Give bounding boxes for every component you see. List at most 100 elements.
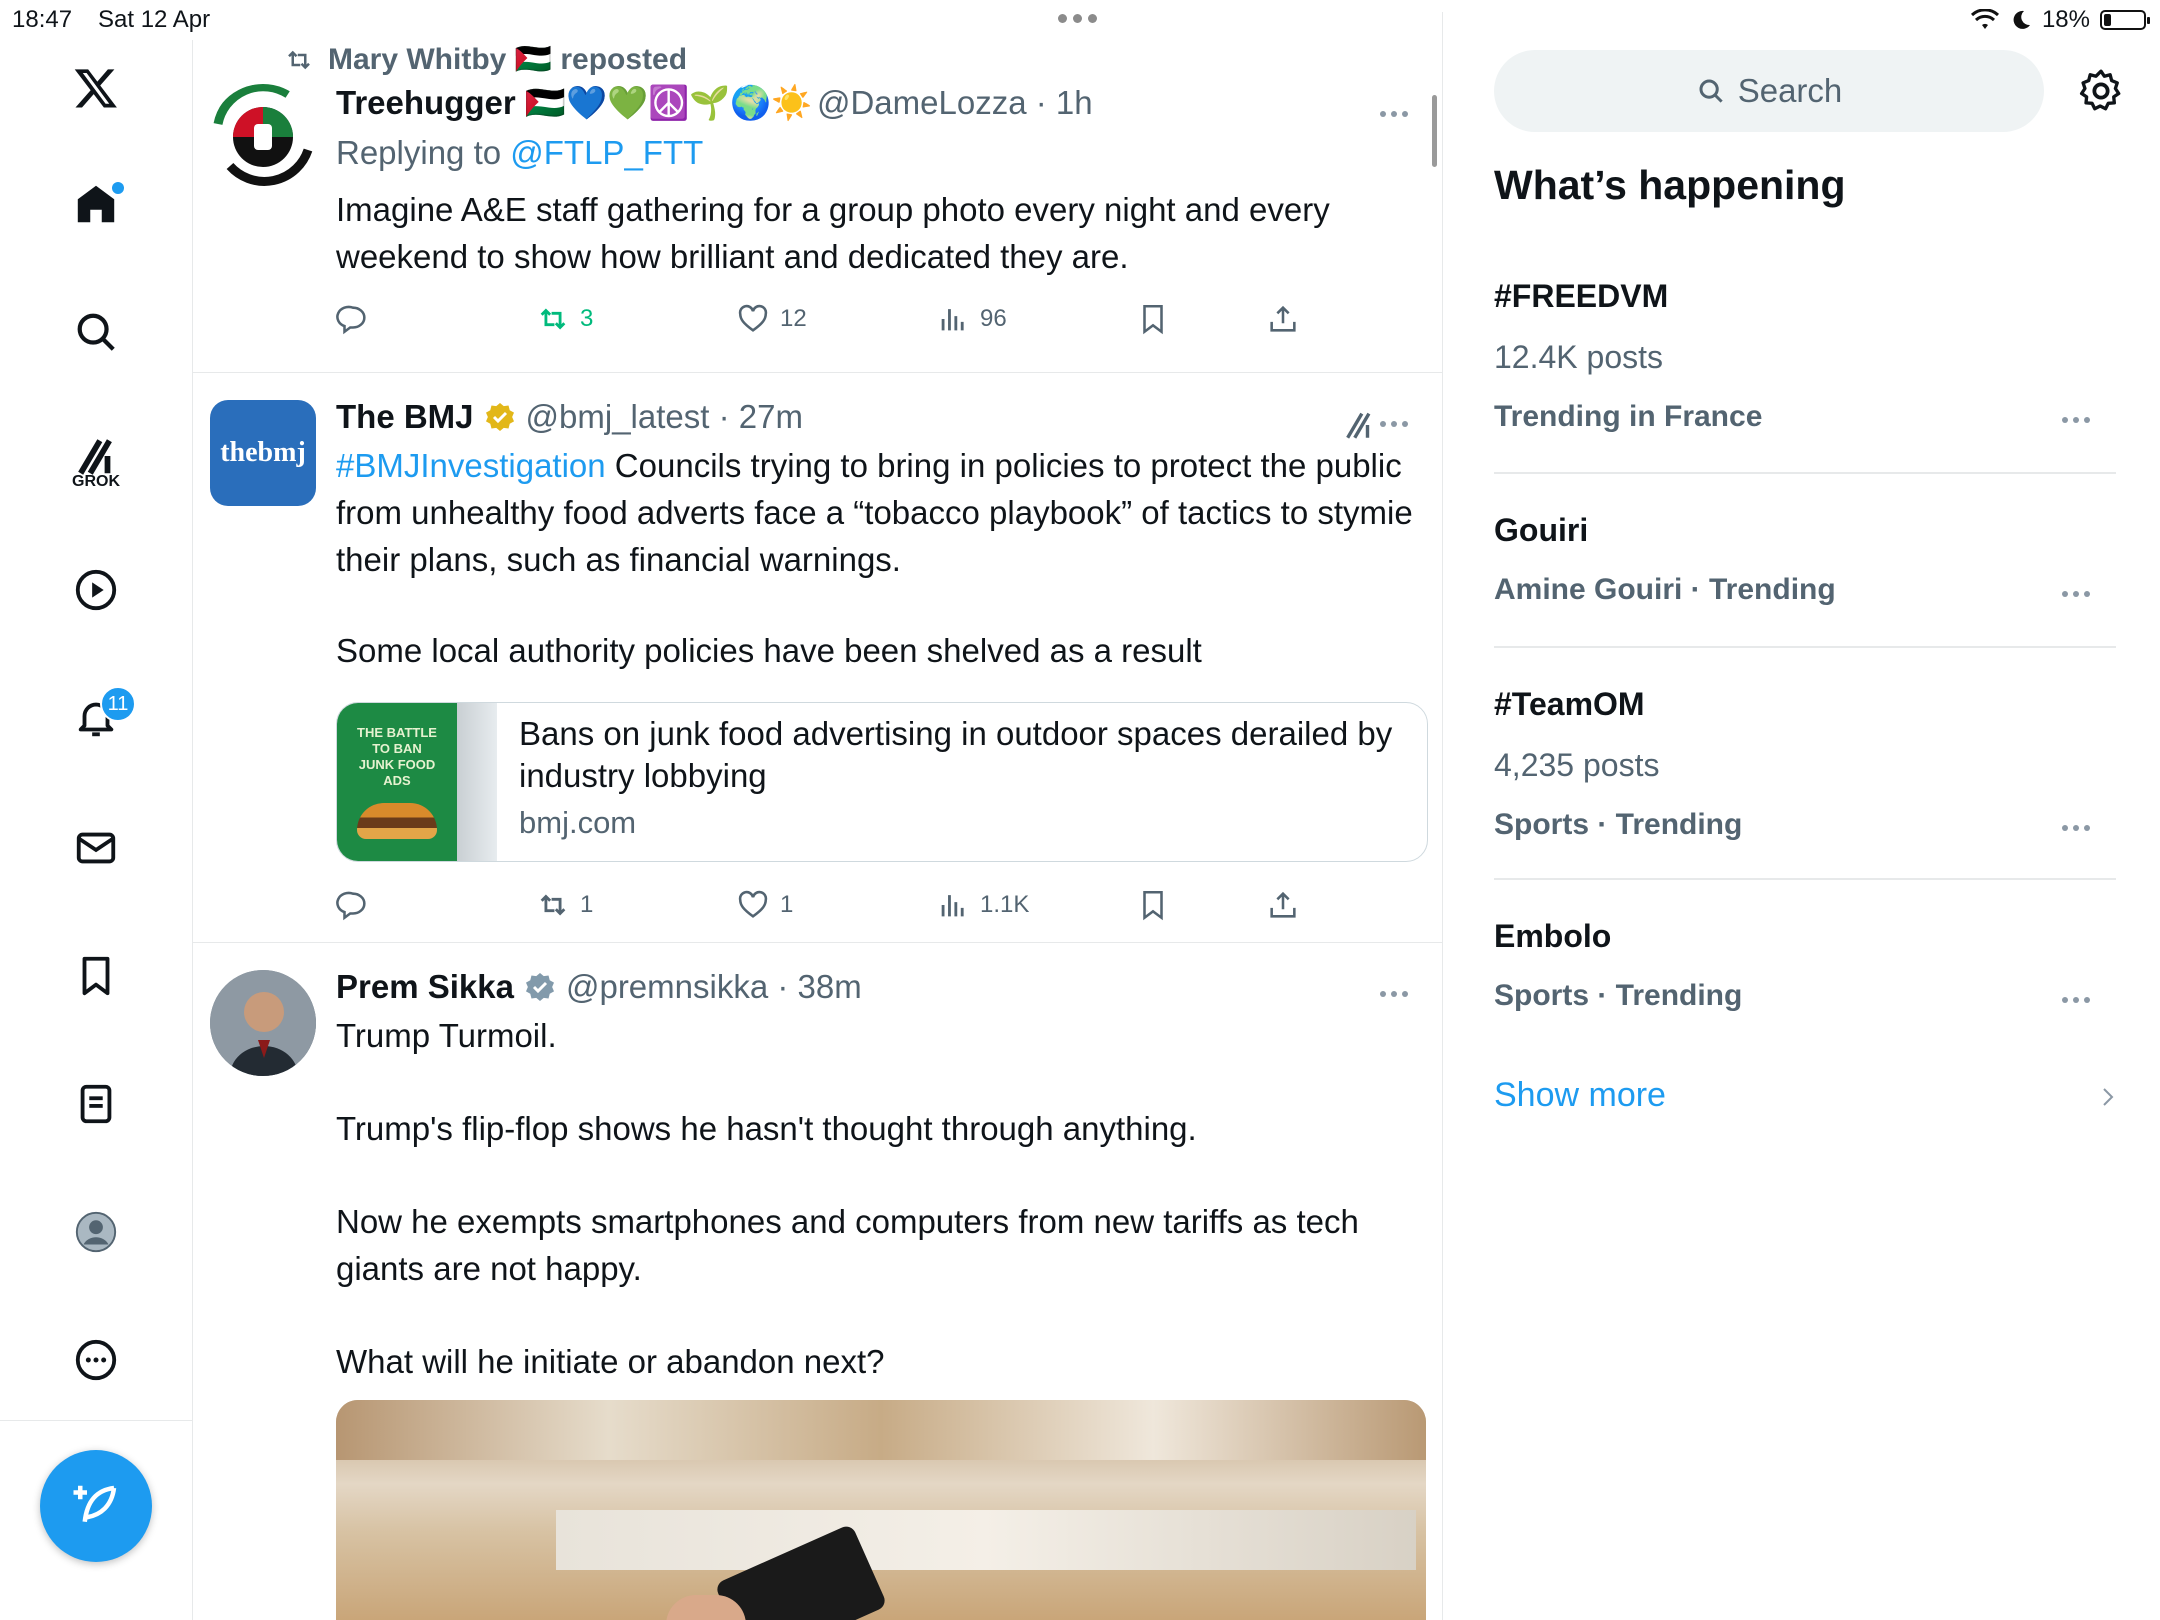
bmj-logo-text: thebmj [220,437,306,468]
views-count: 1.1K [980,891,1030,918]
post-text: #BMJInvestigation Councils trying to bri… [336,442,1424,583]
reply-icon [336,305,366,335]
repost-button[interactable]: 3 [536,302,593,336]
trend-more-button[interactable] [2062,818,2102,838]
replying-to-handle[interactable]: @FTLP_FTT [510,134,703,171]
author-name[interactable]: Prem Sikka [336,968,514,1006]
post-treehugger[interactable]: Mary Whitby 🇵🇸 reposted Treehugger 🇵🇸💙💚☮… [192,12,1442,373]
repost-button[interactable]: 1 [536,888,593,922]
link-card[interactable]: THE BATTLE TO BAN JUNK FOOD ADS Bans on … [336,702,1428,862]
trend-title: Gouiri [1494,512,1589,548]
share-icon [1270,305,1296,332]
repost-icon [540,894,566,916]
post-more-button[interactable] [1380,984,1420,1004]
link-card-domain: bmj.com [519,805,637,840]
post-content: The BMJ @bmj_latest · 27m #BMJInvestigat… [336,392,1424,674]
views-chart-icon [941,309,964,331]
trend-item[interactable]: Gouiri Amine Gouiri · Trending [1494,512,2116,607]
post-prem-sikka[interactable]: Prem Sikka @premnsikka · 38m Trump Turmo… [192,942,1442,1620]
messages-envelope-icon[interactable] [70,822,122,874]
burger-image [357,803,437,839]
post-more-button[interactable] [1380,104,1420,124]
search-placeholder: Search [1737,72,1843,109]
moon-icon [2013,10,2030,29]
feed-scrollbar[interactable] [1432,95,1437,167]
reply-button[interactable] [336,302,370,336]
bookmarks-icon[interactable] [70,950,122,1002]
notifications-bell-icon[interactable]: 11 [70,686,136,744]
trend-context: Trending in France [1494,400,1763,433]
x-logo-icon[interactable] [70,62,122,114]
trend-title: #FREEDVM [1494,278,1669,314]
reply-button[interactable] [336,888,370,922]
trend-item[interactable]: Embolo Sports · Trending [1494,918,2116,1013]
author-name[interactable]: Treehugger 🇵🇸💙💚☮️🌱🌍☀️ [336,84,813,121]
post-bmj[interactable]: thebmj The BMJ @bmj_latest · 27m #BMJInv… [192,372,1442,943]
avatar[interactable]: thebmj [210,400,316,506]
trend-item[interactable]: #TeamOM 4,235 posts Sports · Trending [1494,686,2116,842]
author-name[interactable]: The BMJ [336,398,474,436]
replying-prefix: Replying to [336,134,511,171]
trend-context: Sports · Trending [1494,979,1743,1012]
video-play-icon[interactable] [70,564,122,616]
post-more-button[interactable] [1380,414,1420,434]
battery-icon [2100,10,2150,30]
like-button[interactable]: 1 [736,888,793,922]
trend-item[interactable]: #FREEDVM 12.4K posts Trending in France [1494,278,2116,434]
more-options-icon[interactable] [70,1334,122,1386]
share-icon [1270,891,1296,918]
post-content: Treehugger 🇵🇸💙💚☮️🌱🌍☀️ @DameLozza · 1h Re… [336,84,1424,280]
author-handle-time[interactable]: @bmj_latest · 27m [526,398,803,436]
trend-more-button[interactable] [2062,410,2102,430]
notifications-badge: 11 [100,686,136,722]
show-more-link[interactable]: Show more [1494,1076,1666,1115]
post-actions: 1 1 1.1K [336,888,1336,928]
search-icon[interactable] [70,306,122,358]
compose-post-button[interactable] [40,1450,152,1562]
trend-post-count: 4,235 posts [1494,747,1660,783]
compose-feather-icon [73,1485,117,1523]
grok-label: GROK [72,473,120,490]
views-button[interactable]: 96 [936,302,1007,336]
link-card-thumbnail: THE BATTLE TO BAN JUNK FOOD ADS [337,703,497,861]
bookmark-icon [1143,304,1163,335]
nav-divider [0,1420,192,1421]
search-input[interactable]: Search [1494,50,2044,132]
trend-more-button[interactable] [2062,990,2102,1010]
home-icon[interactable] [70,178,124,230]
grok-explain-icon[interactable] [1342,408,1376,442]
trend-divider [1494,646,2116,648]
share-button[interactable] [1266,302,1300,336]
status-indicators: 18% [1970,6,2150,34]
home-timeline[interactable]: Mary Whitby 🇵🇸 reposted Treehugger 🇵🇸💙💚☮… [192,12,1443,1620]
repost-count: 1 [580,891,594,918]
post-media-image[interactable] [336,1400,1426,1620]
left-navigation: GROK 11 [0,40,193,1620]
bookmark-icon [1143,890,1163,921]
profile-avatar-icon[interactable] [70,1206,122,1258]
lists-icon[interactable] [70,1078,122,1130]
heart-icon [738,304,768,332]
wifi-icon [1970,9,1999,29]
repost-by-label: Mary Whitby 🇵🇸 reposted [328,43,688,76]
trend-more-button[interactable] [2062,584,2102,604]
search-icon [1699,79,1723,103]
hashtag-link[interactable]: #BMJInvestigation [336,447,606,484]
trend-title: #TeamOM [1494,686,1645,722]
bookmark-button[interactable] [1136,302,1170,336]
author-handle-time[interactable]: @premnsikka · 38m [566,968,862,1006]
author-handle-time[interactable]: @DameLozza · 1h [817,84,1093,121]
share-button[interactable] [1266,888,1300,922]
post-paragraph: What will he initiate or abandon next? [336,1343,885,1380]
avatar[interactable] [210,970,316,1076]
grok-nav-item[interactable]: GROK [70,422,122,502]
bookmark-button[interactable] [1136,888,1170,922]
chevron-right-icon [2103,1088,2114,1106]
like-button[interactable]: 12 [736,302,807,336]
views-count: 96 [980,305,1007,332]
post-paragraph: Trump Turmoil. [336,1017,557,1054]
avatar[interactable] [210,84,316,190]
views-button[interactable]: 1.1K [936,888,1029,922]
settings-gear-icon[interactable] [2076,66,2126,116]
views-chart-icon [941,895,964,917]
